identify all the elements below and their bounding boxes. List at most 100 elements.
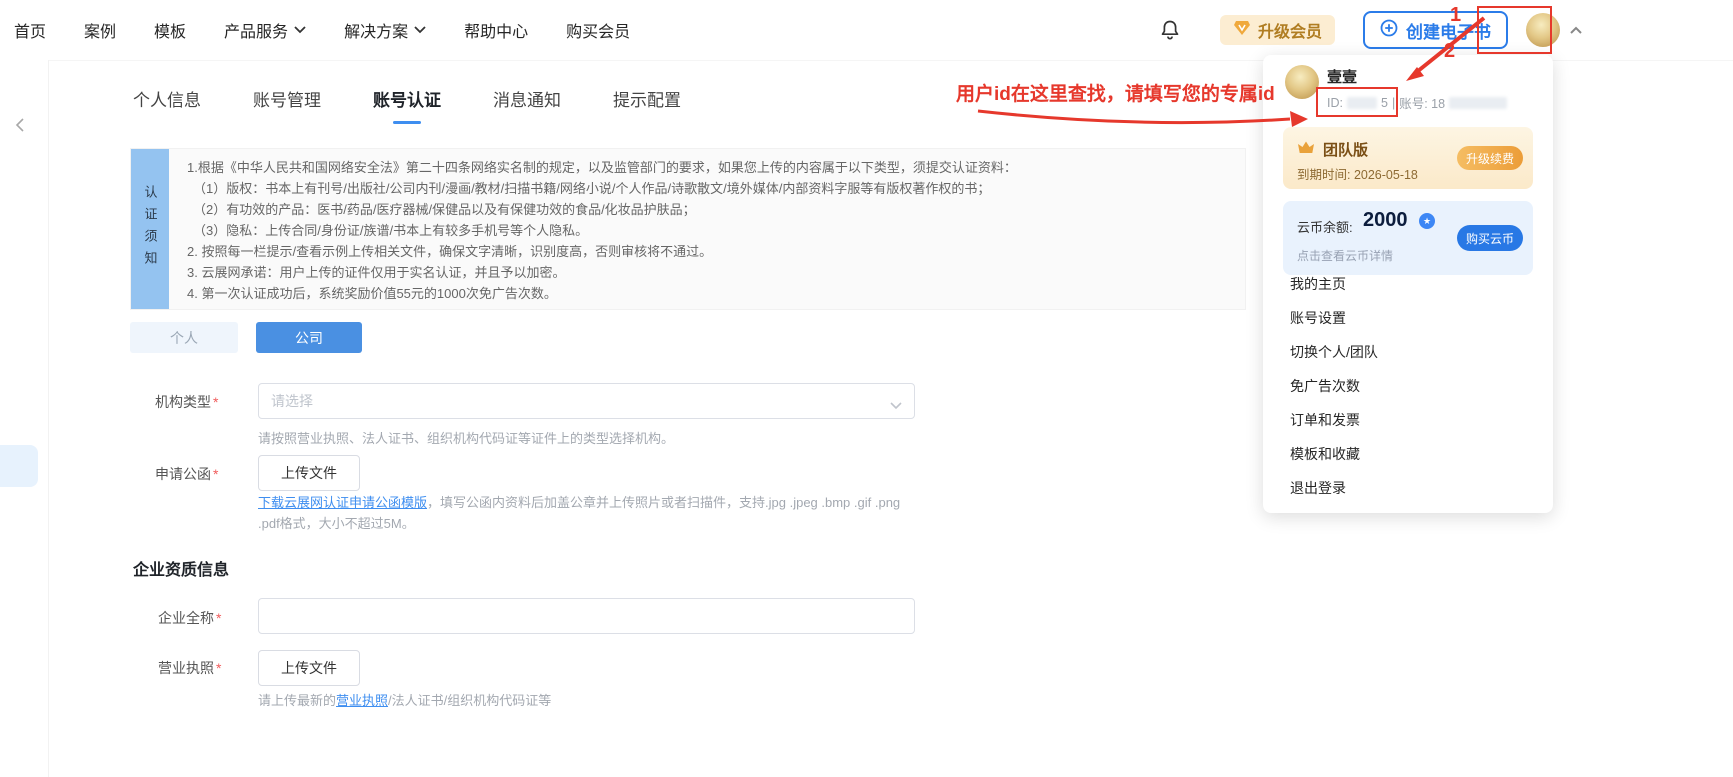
- org-type-select[interactable]: 请选择: [258, 383, 915, 419]
- tab-message-notifications[interactable]: 消息通知: [493, 86, 561, 124]
- chevron-down-icon: [414, 21, 426, 39]
- notification-bell-icon[interactable]: [1158, 18, 1182, 42]
- org-type-placeholder: 请选择: [271, 391, 313, 411]
- toggle-company[interactable]: 公司: [256, 322, 362, 353]
- letter-template-link[interactable]: 下载云展网认证申请公函模版: [258, 495, 427, 510]
- tab-account-verification[interactable]: 账号认证: [373, 86, 441, 124]
- plan-expire-date: 到期时间: 2026-05-18: [1297, 164, 1418, 183]
- upload-letter-button[interactable]: 上传文件: [258, 455, 360, 491]
- vip-diamond-icon: [1233, 20, 1251, 41]
- settings-tabs: 个人信息 账号管理 账号认证 消息通知 提示配置: [133, 86, 681, 124]
- nav-link-label: 首页: [14, 18, 46, 42]
- circle-plus-icon: [1380, 19, 1398, 42]
- required-asterisk: *: [216, 610, 221, 626]
- renew-upgrade-button[interactable]: 升级续费: [1457, 146, 1523, 170]
- nav-link-label: 解决方案: [344, 18, 408, 42]
- required-asterisk: *: [216, 660, 221, 676]
- notice-body: 1.根据《中华人民共和国网络安全法》第二十四条网络实名制的规定，以及监管部门的要…: [169, 149, 1245, 309]
- application-letter-label-text: 申请公函: [155, 466, 211, 482]
- tab-personal-info[interactable]: 个人信息: [133, 86, 201, 124]
- crown-icon: [1297, 140, 1315, 159]
- nav-link-help-center[interactable]: 帮助中心: [464, 18, 528, 42]
- org-type-help: 请按照营业执照、法人证书、组织机构代码证等证件上的类型选择机构。: [258, 428, 674, 447]
- coin-balance-label: 云币余额:: [1297, 217, 1353, 236]
- business-license-label-text: 营业执照: [158, 660, 214, 676]
- annotation-step-1: 1: [1450, 4, 1461, 27]
- nav-link-label: 模板: [154, 18, 186, 42]
- annotation-step-2: 2: [1444, 40, 1455, 63]
- menu-item-switch-personal-team[interactable]: 切换个人/团队: [1263, 335, 1553, 369]
- notice-side-label: 认证须知: [131, 149, 169, 309]
- nav-link-solutions[interactable]: 解决方案: [344, 18, 426, 42]
- buy-coins-button[interactable]: 购买云币: [1457, 225, 1523, 251]
- account-verification-page: 首页 案例 模板 产品服务 解决方案 帮助中心 购买会员 升级会员: [0, 0, 1733, 777]
- company-name-input[interactable]: [258, 598, 915, 634]
- nav-link-label: 帮助中心: [464, 18, 528, 42]
- account-prefix: 账号: 18: [1399, 93, 1445, 112]
- nav-link-home[interactable]: 首页: [14, 18, 46, 42]
- chevron-left-icon[interactable]: [15, 118, 25, 137]
- company-name-label-text: 企业全称: [158, 610, 214, 626]
- org-type-label: 机构类型*: [155, 392, 218, 412]
- tab-prompt-settings[interactable]: 提示配置: [613, 86, 681, 124]
- username: 壹壹: [1327, 66, 1357, 87]
- notice-line: 1.根据《中华人民共和国网络安全法》第二十四条网络实名制的规定，以及监管部门的要…: [187, 157, 1227, 178]
- coin-icon: ★: [1419, 213, 1435, 229]
- upload-license-button[interactable]: 上传文件: [258, 650, 360, 686]
- plan-name: 团队版: [1323, 139, 1368, 160]
- notice-line: （2）有功效的产品：医书/药品/医疗器械/保健品以及有保健功效的食品/化妆品护肤…: [187, 199, 1227, 220]
- user-dropdown-panel: 壹壹 ID: 5 | 账号: 18 团队版 到期时间: 2026-05-18 升…: [1263, 55, 1553, 513]
- menu-item-orders-invoices[interactable]: 订单和发票: [1263, 403, 1553, 437]
- business-license-label: 营业执照*: [158, 658, 221, 678]
- notice-line: （1）版权：书本上有刊号/出版社/公司内刊/漫画/教材/扫描书籍/网络小说/个人…: [187, 178, 1227, 199]
- upgrade-membership-button[interactable]: 升级会员: [1220, 15, 1335, 45]
- collapsed-sidebar: [0, 60, 49, 777]
- annotation-tip-text: 用户id在这里查找，请填写您的专属id: [956, 79, 1275, 106]
- notice-line: 2. 按照每一栏提示/查看示例上传相关文件，确保文字清晰，识别度高，否则审核将不…: [187, 241, 1227, 262]
- notice-line: 4. 第一次认证成功后，系统奖励价值55元的1000次免广告次数。: [187, 283, 1227, 304]
- org-type-label-text: 机构类型: [155, 394, 211, 410]
- tab-account-management[interactable]: 账号管理: [253, 86, 321, 124]
- license-help: 请上传最新的营业执照/法人证书/组织机构代码证等: [258, 690, 551, 709]
- nav-link-cases[interactable]: 案例: [84, 18, 116, 42]
- coin-detail-link[interactable]: 点击查看云币详情: [1297, 247, 1393, 264]
- team-plan-card: 团队版 到期时间: 2026-05-18 升级续费: [1283, 127, 1533, 189]
- chevron-down-icon: [890, 397, 902, 413]
- letter-note: 下载云展网认证申请公函模版，填写公函内资料后加盖公章并上传照片或者扫描件，支持.…: [258, 492, 920, 534]
- notice-line: 3. 云展网承诺：用户上传的证件仅用于实名认证，并且予以加密。: [187, 262, 1227, 283]
- chevron-down-icon: [294, 21, 306, 39]
- notice-line: （3）隐私：上传合同/身份证/族谱/书本上有较多手机号等个人隐私。: [187, 220, 1227, 241]
- menu-item-account-settings[interactable]: 账号设置: [1263, 301, 1553, 335]
- toggle-personal[interactable]: 个人: [130, 322, 238, 353]
- menu-item-templates-favorites[interactable]: 模板和收藏: [1263, 437, 1553, 471]
- sidebar-active-indicator[interactable]: [0, 445, 38, 487]
- enterprise-section-title: 企业资质信息: [133, 556, 229, 580]
- license-help-prefix: 请上传最新的: [258, 693, 336, 708]
- upgrade-membership-label: 升级会员: [1258, 18, 1322, 42]
- user-menu-list: 我的主页 账号设置 切换个人/团队 免广告次数 订单和发票 模板和收藏 退出登录: [1263, 267, 1553, 505]
- top-navbar: 首页 案例 模板 产品服务 解决方案 帮助中心 购买会员 升级会员: [0, 0, 1733, 61]
- chevron-up-icon[interactable]: [1569, 26, 1583, 35]
- account-number-blurred: [1449, 97, 1507, 109]
- nav-link-label: 产品服务: [224, 18, 288, 42]
- menu-item-logout[interactable]: 退出登录: [1263, 471, 1553, 505]
- nav-link-label: 购买会员: [566, 18, 630, 42]
- menu-item-my-homepage[interactable]: 我的主页: [1263, 267, 1553, 301]
- nav-link-buy-membership[interactable]: 购买会员: [566, 18, 630, 42]
- cloud-coin-card: 云币余额: 2000 ★ 点击查看云币详情 购买云币: [1283, 201, 1533, 275]
- company-name-label: 企业全称*: [158, 608, 221, 628]
- annotation-red-box-user-id: [1316, 87, 1398, 117]
- nav-link-label: 案例: [84, 18, 116, 42]
- required-asterisk: *: [213, 394, 218, 410]
- nav-link-products[interactable]: 产品服务: [224, 18, 306, 42]
- license-help-link[interactable]: 营业执照: [336, 693, 388, 708]
- menu-item-ad-free-credits[interactable]: 免广告次数: [1263, 369, 1553, 403]
- coin-balance-amount: 2000: [1363, 209, 1408, 232]
- license-help-rest: /法人证书/组织机构代码证等: [388, 693, 551, 708]
- required-asterisk: *: [213, 466, 218, 482]
- annotation-red-box-avatar: [1477, 6, 1552, 54]
- nav-link-templates[interactable]: 模板: [154, 18, 186, 42]
- nav-links: 首页 案例 模板 产品服务 解决方案 帮助中心 购买会员: [14, 0, 630, 60]
- verification-notice-box: 认证须知 1.根据《中华人民共和国网络安全法》第二十四条网络实名制的规定，以及监…: [130, 148, 1246, 310]
- application-letter-label: 申请公函*: [155, 464, 218, 484]
